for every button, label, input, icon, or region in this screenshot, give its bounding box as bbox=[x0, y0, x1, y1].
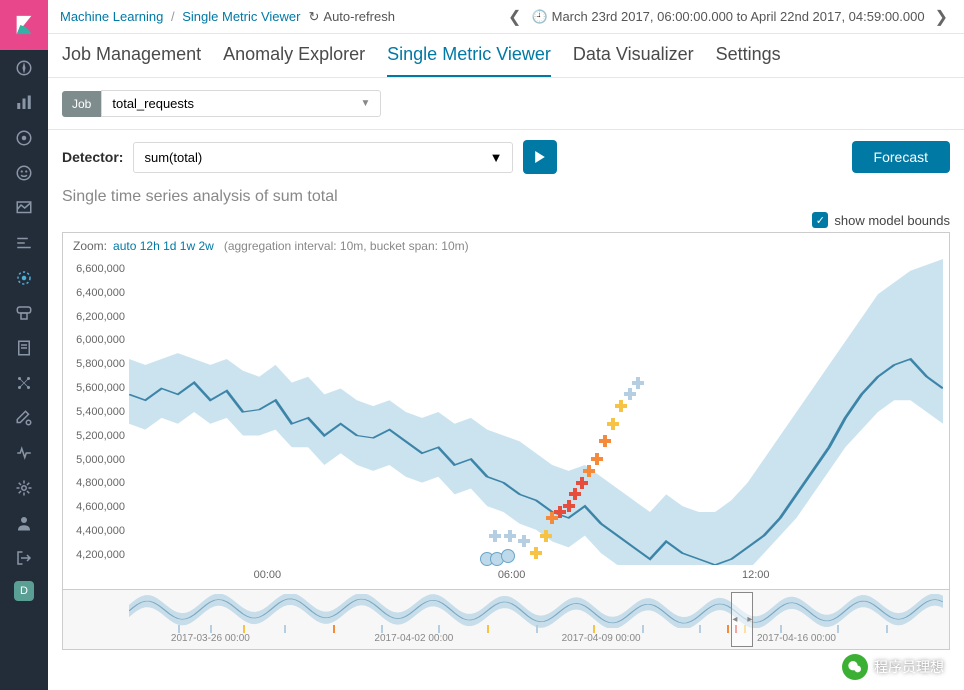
space-badge[interactable]: D bbox=[14, 581, 34, 601]
topbar: Machine Learning / Single Metric Viewer … bbox=[48, 0, 964, 34]
anomaly-marker[interactable] bbox=[615, 400, 627, 412]
zoom-1d[interactable]: 1d bbox=[163, 239, 176, 253]
anomaly-marker[interactable] bbox=[518, 535, 530, 547]
anomaly-marker[interactable] bbox=[607, 418, 619, 430]
nav-graph[interactable] bbox=[0, 365, 48, 400]
swimlane-window[interactable]: ◂ ▸ bbox=[731, 592, 753, 647]
nav-logs[interactable] bbox=[0, 330, 48, 365]
nav-ml[interactable] bbox=[0, 260, 48, 295]
job-label: Job bbox=[62, 91, 101, 117]
nav-emoji[interactable] bbox=[0, 155, 48, 190]
tab-job-management[interactable]: Job Management bbox=[62, 44, 201, 77]
tab-single-metric-viewer[interactable]: Single Metric Viewer bbox=[387, 44, 551, 77]
chart-subtitle: Single time series analysis of sum total bbox=[62, 188, 950, 206]
nav-devtools[interactable] bbox=[0, 400, 48, 435]
chart-shell: Zoom: auto 12h 1d 1w 2w (aggregation int… bbox=[62, 232, 950, 650]
model-bounds-toggle[interactable]: ✓ show model bounds bbox=[62, 212, 950, 228]
swimlane[interactable]: 2017-03-26 00:002017-04-02 00:002017-04-… bbox=[63, 589, 949, 649]
zoom-auto[interactable]: auto bbox=[113, 239, 136, 253]
nav-logout[interactable] bbox=[0, 540, 48, 575]
refresh-icon: ↻ bbox=[309, 9, 320, 25]
anomaly-marker[interactable] bbox=[583, 465, 595, 477]
detector-label: Detector: bbox=[62, 149, 123, 165]
chart-zoom-controls: Zoom: auto 12h 1d 1w 2w (aggregation int… bbox=[63, 233, 949, 259]
x-axis: 00:0006:0012:00 bbox=[129, 569, 943, 589]
zoom-1w[interactable]: 1w bbox=[180, 239, 195, 253]
forecast-button[interactable]: Forecast bbox=[852, 141, 950, 173]
sidebar: D bbox=[0, 0, 48, 690]
anomaly-marker[interactable] bbox=[563, 500, 575, 512]
time-prev-button[interactable]: ❮ bbox=[504, 7, 525, 27]
nav-monitoring[interactable] bbox=[0, 435, 48, 470]
nav-dashboard[interactable] bbox=[0, 120, 48, 155]
main: Machine Learning / Single Metric Viewer … bbox=[48, 0, 964, 690]
anomaly-marker[interactable] bbox=[576, 477, 588, 489]
plot[interactable] bbox=[129, 259, 943, 565]
play-button[interactable] bbox=[523, 140, 557, 174]
y-axis: 6,600,0006,400,0006,200,0006,000,0005,80… bbox=[63, 259, 129, 565]
anomaly-marker[interactable] bbox=[504, 530, 516, 542]
anomaly-marker[interactable] bbox=[489, 530, 501, 542]
anomaly-marker[interactable] bbox=[501, 549, 515, 563]
detector-row: Detector: sum(total) ▼ Forecast bbox=[62, 140, 950, 174]
anomaly-marker[interactable] bbox=[599, 435, 611, 447]
watermark: 程序员理想 bbox=[842, 654, 944, 680]
nav-discover[interactable] bbox=[0, 50, 48, 85]
job-row: Job total_requests ▼ bbox=[48, 78, 964, 130]
nav-management[interactable] bbox=[0, 470, 48, 505]
anomaly-marker[interactable] bbox=[624, 388, 636, 400]
job-select[interactable]: total_requests ▼ bbox=[101, 90, 381, 117]
time-nav: ❮ 🕘 March 23rd 2017, 06:00:00.000 to Apr… bbox=[504, 7, 952, 27]
time-next-button[interactable]: ❯ bbox=[931, 7, 952, 27]
nav-visualize[interactable] bbox=[0, 85, 48, 120]
swimlane-overview bbox=[129, 594, 943, 628]
anomaly-marker[interactable] bbox=[632, 377, 644, 389]
zoom-12h[interactable]: 12h bbox=[140, 239, 160, 253]
anomaly-marker[interactable] bbox=[569, 488, 581, 500]
anomaly-marker[interactable] bbox=[591, 453, 603, 465]
chart-area[interactable]: 6,600,0006,400,0006,200,0006,000,0005,80… bbox=[63, 259, 949, 589]
tab-settings[interactable]: Settings bbox=[716, 44, 781, 77]
detector-select[interactable]: sum(total) ▼ bbox=[133, 142, 513, 173]
tab-anomaly-explorer[interactable]: Anomaly Explorer bbox=[223, 44, 365, 77]
swimlane-ticks: 2017-03-26 00:002017-04-02 00:002017-04-… bbox=[129, 633, 943, 647]
auto-refresh-toggle[interactable]: ↻ Auto-refresh bbox=[309, 9, 395, 25]
checkbox-icon: ✓ bbox=[812, 212, 828, 228]
breadcrumb: Machine Learning / Single Metric Viewer bbox=[60, 9, 301, 24]
nav-apm[interactable] bbox=[0, 225, 48, 260]
tabs: Job Management Anomaly Explorer Single Met… bbox=[48, 34, 964, 78]
nav-timelion[interactable] bbox=[0, 190, 48, 225]
handle-left-icon[interactable]: ◂ bbox=[732, 614, 737, 625]
anomaly-marker[interactable] bbox=[530, 547, 542, 559]
breadcrumb-page[interactable]: Single Metric Viewer bbox=[182, 9, 300, 24]
caret-down-icon: ▼ bbox=[490, 150, 503, 165]
anomaly-marker[interactable] bbox=[540, 530, 552, 542]
play-icon bbox=[534, 151, 546, 163]
nav-user[interactable] bbox=[0, 505, 48, 540]
time-range-picker[interactable]: 🕘 March 23rd 2017, 06:00:00.000 to April… bbox=[531, 9, 924, 25]
clock-icon: 🕘 bbox=[531, 9, 547, 25]
caret-down-icon: ▼ bbox=[360, 98, 370, 109]
handle-right-icon[interactable]: ▸ bbox=[747, 614, 752, 625]
wechat-icon bbox=[842, 654, 868, 680]
breadcrumb-root[interactable]: Machine Learning bbox=[60, 9, 163, 24]
nav-infra[interactable] bbox=[0, 295, 48, 330]
tab-data-visualizer[interactable]: Data Visualizer bbox=[573, 44, 694, 77]
zoom-2w[interactable]: 2w bbox=[198, 239, 213, 253]
content: Detector: sum(total) ▼ Forecast Single t… bbox=[48, 130, 964, 690]
kibana-logo[interactable] bbox=[0, 0, 48, 50]
